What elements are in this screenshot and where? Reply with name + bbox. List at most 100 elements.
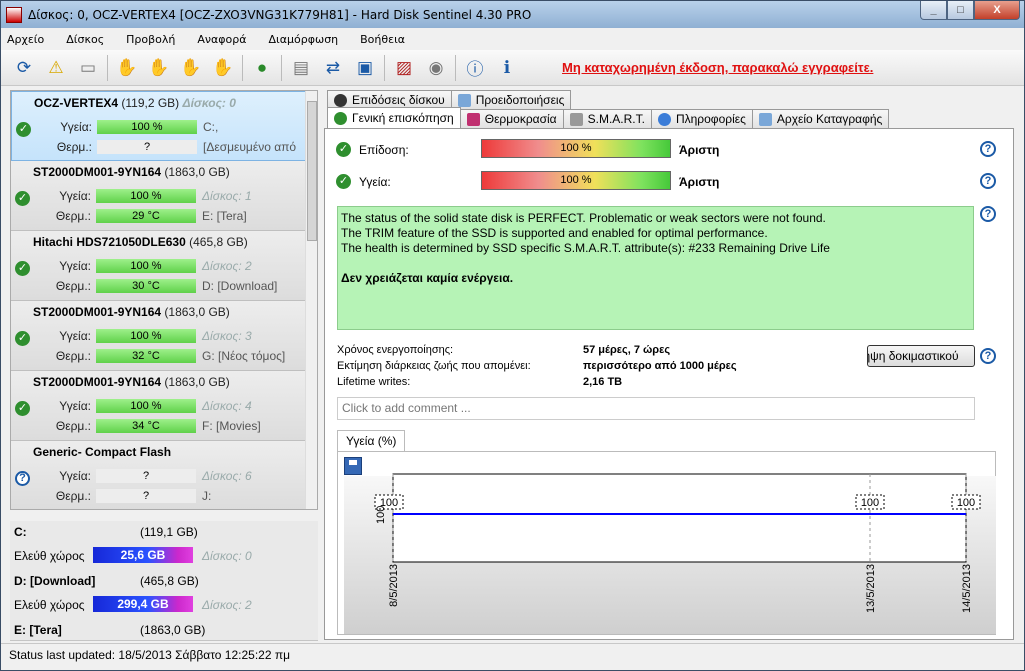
temp-value: 32 °C xyxy=(96,349,196,363)
hand-ok-icon[interactable]: ✋ xyxy=(178,55,204,81)
volume-entry[interactable]: E: [Tera] (1863,0 GB) xyxy=(10,619,318,641)
disk-size: (119,2 GB) xyxy=(121,96,180,110)
toolbar-separator xyxy=(455,54,456,81)
refresh-icon[interactable]: ⟳ xyxy=(11,55,37,81)
tab-temperature[interactable]: Θερμοκρασία xyxy=(459,109,564,128)
health-chart-svg: 100 100 1001008/5/2013 13/5/2013 14/5/2013 xyxy=(374,473,981,613)
health-label: Υγεία: xyxy=(359,175,391,189)
thermometer-icon xyxy=(466,112,480,126)
health-row: Υγεία: xyxy=(41,469,91,483)
menu-view[interactable]: Προβολή xyxy=(126,33,175,46)
volume-disk: Δίσκος: 0 xyxy=(202,549,252,563)
log-icon xyxy=(758,112,772,126)
disk-entry-5[interactable]: Generic- Compact Flash ? Υγεία: ? Δίσκος… xyxy=(11,441,317,509)
tab-label: Γενική επισκόπηση xyxy=(352,111,454,125)
hand-info-icon[interactable]: ✋ xyxy=(146,55,172,81)
disk-model: OCZ-VERTEX4 xyxy=(34,96,119,110)
help-icon[interactable]: ? xyxy=(980,141,996,157)
globe-icon[interactable]: ● xyxy=(249,55,275,81)
menu-report[interactable]: Αναφορά xyxy=(197,33,246,46)
test-button[interactable]: Λήψη δοκιμαστικού xyxy=(867,345,975,367)
info-icon[interactable]: ℹ xyxy=(494,55,520,81)
drive-letters: C:, xyxy=(203,120,219,134)
title-bar[interactable]: Δίσκος: 0, OCZ-VERTEX4 [OCZ-ZXO3VNG31K77… xyxy=(1,1,1024,28)
speaker-icon[interactable]: ◉ xyxy=(423,55,449,81)
drive-letters: D: [Download] xyxy=(202,279,278,293)
health-rating: Άριστη xyxy=(679,175,720,189)
minimize-button[interactable]: _ xyxy=(920,1,947,20)
performance-label: Επίδοση: xyxy=(359,143,409,157)
chart-icon[interactable]: ▨ xyxy=(391,55,417,81)
health-bar: 100 % xyxy=(96,259,196,273)
health-bar: 100 % xyxy=(96,329,196,343)
info-icon xyxy=(657,112,671,126)
disk-entry-4[interactable]: ST2000DM001-9YN164 (1863,0 GB) ✓ Υγεία: … xyxy=(11,371,317,441)
disk-entry-3[interactable]: ST2000DM001-9YN164 (1863,0 GB) ✓ Υγεία: … xyxy=(11,301,317,371)
power-on-value: 57 μέρες, 7 ώρες xyxy=(583,344,671,356)
status-ok-icon: ✓ xyxy=(15,261,30,276)
tab-label: Θερμοκρασία xyxy=(484,112,557,126)
disk-name: Hitachi HDS721050DLE630 (465,8 GB) xyxy=(33,235,248,249)
close-button[interactable]: X xyxy=(974,1,1020,20)
help-icon[interactable]: ? xyxy=(980,173,996,189)
tab-label: S.M.A.R.T. xyxy=(587,112,645,126)
tab-log[interactable]: Αρχείο Καταγραφής xyxy=(751,109,890,128)
disk-list-scrollbar[interactable] xyxy=(305,91,317,509)
tab-information[interactable]: Πληροφορίες xyxy=(650,109,753,128)
health-bar: 100 % xyxy=(481,171,671,190)
disk-entry-1[interactable]: ST2000DM001-9YN164 (1863,0 GB) ✓ Υγεία: … xyxy=(11,161,317,231)
temp-label: Θερμ.: xyxy=(55,489,91,503)
disk-name: ST2000DM001-9YN164 (1863,0 GB) xyxy=(33,165,230,179)
disk-name: OCZ-VERTEX4 (119,2 GB) Δίσκος: 0 xyxy=(34,96,236,110)
scrollbar-thumb[interactable] xyxy=(307,101,317,241)
tab-alerts[interactable]: Προειδοποιήσεις xyxy=(450,90,572,109)
lifetime-writes-value: 2,16 TB xyxy=(583,376,623,388)
x-tick-label: 8/5/2013 xyxy=(388,564,400,607)
tab-smart[interactable]: S.M.A.R.T. xyxy=(562,109,652,128)
network-icon[interactable]: ▣ xyxy=(352,55,378,81)
menu-file[interactable]: Αρχείο xyxy=(7,33,44,46)
data-label: 100 xyxy=(957,497,975,509)
free-space-label: Ελεύθ χώρος xyxy=(14,598,85,612)
status-ok-icon: ✓ xyxy=(336,174,351,189)
temp-row: Θερμ.: xyxy=(41,419,91,433)
test-button-label: Λήψη δοκιμαστικού xyxy=(868,349,959,363)
document-icon[interactable]: ▤ xyxy=(288,55,314,81)
volume-entry[interactable]: C: (119,1 GB) Ελεύθ χώρος 25,6 GB Δίσκος… xyxy=(10,521,318,573)
status-ok-icon: ✓ xyxy=(336,142,351,157)
message-action: Δεν χρειάζεται καμία ενέργεια. xyxy=(341,271,514,285)
disk-entry-0[interactable]: OCZ-VERTEX4 (119,2 GB) Δίσκος: 0 ✓ Υγεία… xyxy=(11,91,317,161)
tab-health-graph[interactable]: Υγεία (%) xyxy=(337,430,406,452)
maximize-button[interactable]: □ xyxy=(947,1,974,20)
help-icon[interactable]: ? xyxy=(980,206,996,222)
menu-disk[interactable]: Δίσκος xyxy=(66,33,104,46)
hand-alert-icon[interactable]: ✋ xyxy=(210,55,236,81)
help-icon[interactable]: ⓘ xyxy=(462,55,488,81)
volume-entry[interactable]: D: [Download] (465,8 GB) Ελεύθ χώρος 299… xyxy=(10,570,318,622)
overview-panel: ✓ Επίδοση: 100 % Άριστη ? ✓ Υγεία: 100 %… xyxy=(324,128,1014,640)
menu-configuration[interactable]: Διαμόρφωση xyxy=(269,33,339,46)
health-label: Υγεία: xyxy=(59,469,91,483)
comment-input[interactable]: Click to add comment ... xyxy=(337,397,975,420)
status-bar: Status last updated: 18/5/2013 Σάββατο 1… xyxy=(1,643,1024,670)
hand-icon[interactable]: ✋ xyxy=(114,55,140,81)
sync-icon[interactable]: ⇄ xyxy=(320,55,346,81)
message-line: The health is determined by SSD specific… xyxy=(341,241,830,255)
alert-icon[interactable]: ⚠ xyxy=(43,55,69,81)
menu-help[interactable]: Βοήθεια xyxy=(360,33,405,46)
status-unknown-icon: ? xyxy=(15,471,30,486)
free-space-bar: 299,4 GB xyxy=(93,596,193,612)
status-ok-icon: ✓ xyxy=(15,191,30,206)
tab-overview[interactable]: Γενική επισκόπηση xyxy=(327,107,461,128)
disk-icon[interactable]: ▭ xyxy=(75,55,101,81)
disk-number: Δίσκος: 1 xyxy=(202,189,252,203)
health-bar: ? xyxy=(96,469,196,483)
disk-entry-2[interactable]: Hitachi HDS721050DLE630 (465,8 GB) ✓ Υγε… xyxy=(11,231,317,301)
temp-value: ? xyxy=(97,140,197,154)
help-icon[interactable]: ? xyxy=(980,348,996,364)
disk-size: (1863,0 GB) xyxy=(164,375,230,389)
drive-letters: J: xyxy=(202,489,212,503)
x-tick-label: 13/5/2013 xyxy=(865,564,877,613)
lifetime-estimate-label: Εκτίμηση διάρκειας ζωής που απομένει: xyxy=(337,360,531,372)
registration-link[interactable]: Μη καταχωρημένη έκδοση, παρακαλώ εγγραφε… xyxy=(562,60,873,75)
